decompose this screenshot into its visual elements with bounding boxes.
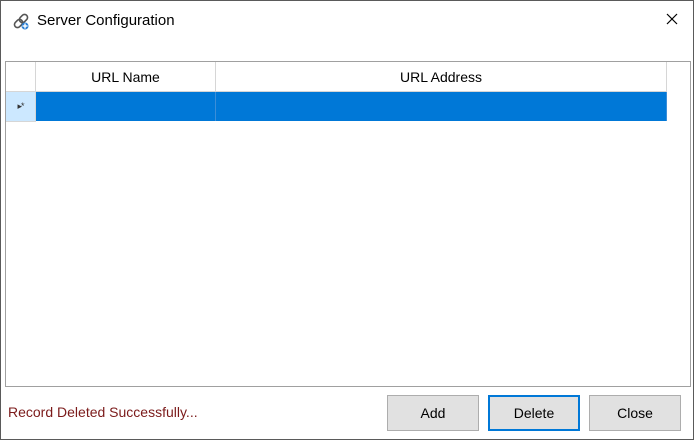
url-data-grid[interactable]: URL Name URL Address ▸*	[5, 61, 691, 387]
new-row-indicator[interactable]: ▸*	[6, 92, 36, 122]
status-message: Record Deleted Successfully...	[8, 404, 198, 420]
table-row[interactable]: ▸*	[6, 92, 667, 122]
grid-corner-header[interactable]	[6, 62, 36, 92]
grid-header: URL Name URL Address	[6, 62, 667, 92]
column-header-url-address[interactable]: URL Address	[216, 62, 667, 92]
url-name-cell[interactable]	[36, 92, 216, 121]
network-link-icon	[11, 11, 31, 31]
column-header-url-name[interactable]: URL Name	[36, 62, 216, 92]
url-address-cell[interactable]	[216, 92, 667, 121]
title-bar: Server Configuration	[1, 1, 693, 41]
close-icon	[666, 12, 678, 30]
server-configuration-window: Server Configuration URL Name URL Addres…	[0, 0, 694, 440]
window-title: Server Configuration	[37, 12, 175, 29]
close-button[interactable]: Close	[589, 395, 681, 431]
add-button[interactable]: Add	[387, 395, 479, 431]
delete-button[interactable]: Delete	[488, 395, 580, 431]
close-window-button[interactable]	[651, 1, 693, 41]
